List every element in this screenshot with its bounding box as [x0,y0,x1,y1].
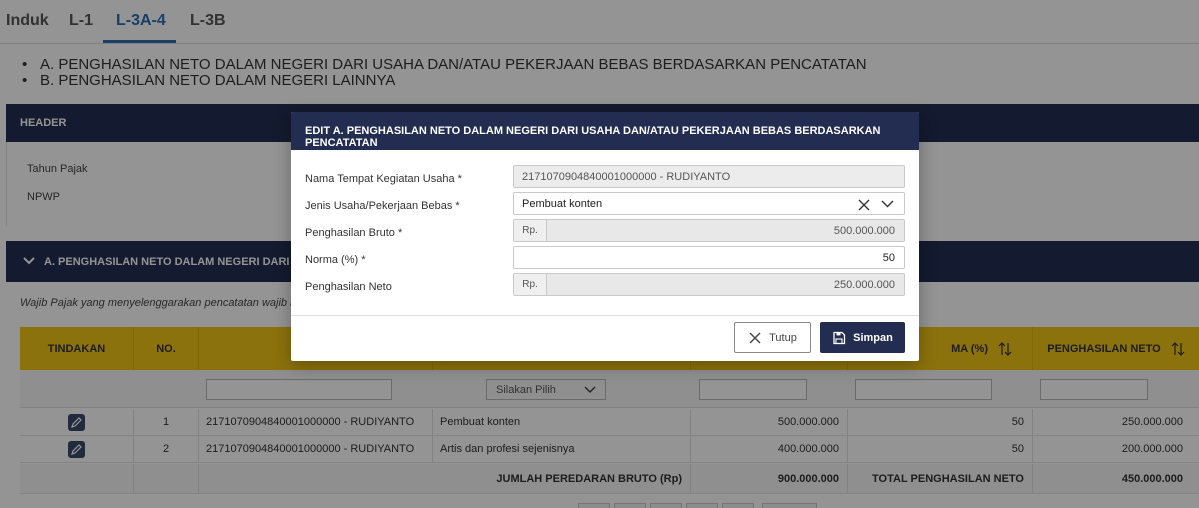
simpan-button[interactable]: Simpan [820,322,905,353]
nama-tempat-field[interactable]: 2171070904840001000000 - RUDIYANTO [513,165,905,188]
norma-value: 50 [882,252,895,264]
neto-value: 250.000.000 [833,279,895,291]
jenis-usaha-label: Jenis Usaha/Pekerjaan Bebas * [305,200,460,212]
close-icon [749,332,761,343]
bruto-value: 500.000.000 [833,225,895,237]
chevron-down-icon[interactable] [881,199,894,209]
bruto-label: Penghasilan Bruto * [305,227,403,239]
nama-tempat-label: Nama Tempat Kegiatan Usaha * [305,173,462,185]
jenis-usaha-select[interactable]: Pembuat konten [513,192,905,215]
clear-icon[interactable] [858,199,870,211]
tutup-button[interactable]: Tutup [734,322,811,353]
tutup-label: Tutup [769,331,797,344]
save-icon [833,331,846,344]
modal-title: EDIT A. PENGHASILAN NETO DALAM NEGERI DA… [291,112,919,150]
neto-field[interactable]: Rp. 250.000.000 [513,273,905,296]
neto-prefix: Rp. [514,274,547,295]
bruto-field[interactable]: Rp. 500.000.000 [513,219,905,242]
edit-modal: EDIT A. PENGHASILAN NETO DALAM NEGERI DA… [291,112,919,361]
bruto-prefix: Rp. [514,220,547,241]
modal-footer-divider [291,315,919,316]
nama-tempat-value: 2171070904840001000000 - RUDIYANTO [522,171,731,183]
jenis-usaha-value: Pembuat konten [522,198,603,210]
norma-label: Norma (%) * [305,254,366,266]
simpan-label: Simpan [853,331,893,344]
norma-field[interactable]: 50 [513,246,905,269]
neto-label: Penghasilan Neto [305,281,392,293]
